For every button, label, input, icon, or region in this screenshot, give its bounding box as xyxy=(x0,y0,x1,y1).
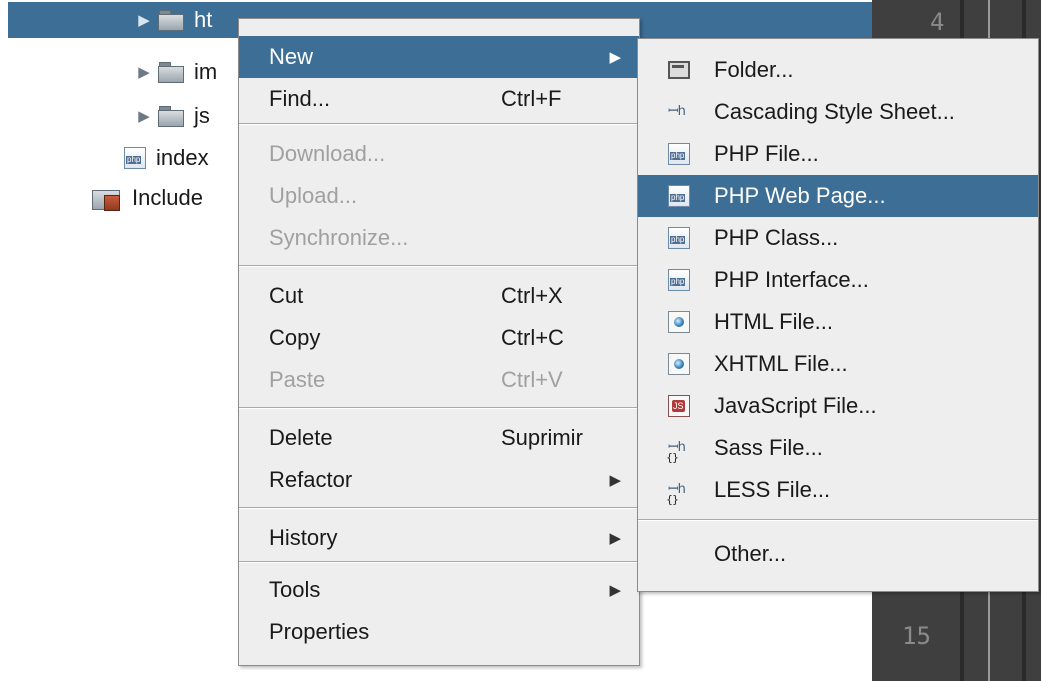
php-file-icon xyxy=(124,147,146,169)
menu-item-shortcut: Ctrl+V xyxy=(501,367,563,392)
menu-item-label: Tools xyxy=(269,577,321,602)
tree-item-folder-im[interactable]: ▶ im xyxy=(130,54,217,90)
expand-arrow-icon[interactable]: ▶ xyxy=(130,63,158,81)
submenu-item-xhtml-file[interactable]: XHTML File... xyxy=(638,343,1038,385)
menu-item-download: Download... xyxy=(239,133,639,175)
html-file-icon xyxy=(668,311,690,333)
menu-item-label: Properties xyxy=(269,619,370,644)
menu-item-copy[interactable]: Copy Ctrl+C xyxy=(239,317,639,359)
menu-item-cut[interactable]: Cut Ctrl+X xyxy=(239,275,639,317)
menu-item-label: PHP Class... xyxy=(714,225,839,250)
javascript-file-icon xyxy=(668,395,690,417)
tree-item-label: index xyxy=(156,145,209,170)
menu-item-label: Copy xyxy=(269,325,321,350)
menu-separator xyxy=(239,123,639,125)
menu-item-shortcut: Ctrl+X xyxy=(501,283,563,308)
menu-item-shortcut: Ctrl+C xyxy=(501,325,564,350)
menu-separator xyxy=(239,407,639,409)
menu-item-delete[interactable]: Delete Suprimir xyxy=(239,417,639,459)
submenu-item-javascript-file[interactable]: JavaScript File... xyxy=(638,385,1038,427)
tree-item-folder-ht[interactable]: ▶ ht xyxy=(130,2,212,38)
menu-separator xyxy=(638,519,1038,521)
include-path-icon xyxy=(92,186,122,211)
menu-item-label: Cut xyxy=(269,283,304,308)
css-icon: ꟷh xyxy=(668,104,686,119)
submenu-arrow-icon: ▶ xyxy=(609,472,621,489)
tree-item-folder-js[interactable]: ▶ js xyxy=(130,98,210,134)
menu-item-label: Download... xyxy=(269,141,386,166)
new-submenu: Folder... ꟷh Cascading Style Sheet... PH… xyxy=(637,38,1039,592)
menu-item-label: Sass File... xyxy=(714,435,823,460)
menu-item-label: Delete xyxy=(269,425,333,450)
line-number: 15 xyxy=(902,622,931,650)
menu-item-synchronize: Synchronize... xyxy=(239,217,639,259)
expand-arrow-icon[interactable]: ▶ xyxy=(130,11,158,29)
php-file-icon xyxy=(668,185,690,207)
tree-item-file-index[interactable]: index xyxy=(124,140,209,176)
menu-item-label: PHP File... xyxy=(714,141,819,166)
tree-item-label: im xyxy=(194,59,218,84)
menu-item-label: Paste xyxy=(269,367,326,392)
menu-item-history[interactable]: History ▶ xyxy=(239,517,639,559)
menu-separator xyxy=(239,561,639,563)
context-menu: New ▶ Find... Ctrl+F Download... Upload.… xyxy=(238,18,640,666)
php-file-icon xyxy=(668,143,690,165)
html-file-icon xyxy=(668,353,690,375)
menu-separator xyxy=(239,507,639,509)
folder-icon xyxy=(158,106,184,127)
menu-item-properties[interactable]: Properties xyxy=(239,611,639,653)
menu-item-label: New xyxy=(269,44,314,69)
menu-item-label: LESS File... xyxy=(714,477,831,502)
menu-item-label: Folder... xyxy=(714,57,794,82)
tree-item-label: js xyxy=(194,103,210,128)
submenu-item-sass-file[interactable]: ꟷh Sass File... xyxy=(638,427,1038,469)
menu-item-label: PHP Web Page... xyxy=(714,183,886,208)
menu-item-paste: Paste Ctrl+V xyxy=(239,359,639,401)
less-file-icon: ꟷh xyxy=(666,479,690,511)
menu-item-shortcut: Suprimir xyxy=(501,425,583,450)
submenu-item-less-file[interactable]: ꟷh LESS File... xyxy=(638,469,1038,511)
folder-icon xyxy=(158,62,184,83)
php-file-icon xyxy=(668,269,690,291)
tree-item-include-path[interactable]: Include xyxy=(92,180,203,216)
sass-file-icon: ꟷh xyxy=(666,437,690,469)
submenu-arrow-icon: ▶ xyxy=(609,530,621,547)
tree-item-label: ht xyxy=(194,7,213,32)
line-number: 4 xyxy=(930,8,945,36)
submenu-item-php-class[interactable]: PHP Class... xyxy=(638,217,1038,259)
submenu-item-css[interactable]: ꟷh Cascading Style Sheet... xyxy=(638,91,1038,133)
submenu-item-php-web-page[interactable]: PHP Web Page... xyxy=(638,175,1038,217)
menu-item-label: XHTML File... xyxy=(714,351,848,376)
submenu-arrow-icon: ▶ xyxy=(609,582,621,599)
menu-item-label: History xyxy=(269,525,338,550)
submenu-item-php-interface[interactable]: PHP Interface... xyxy=(638,259,1038,301)
submenu-item-folder[interactable]: Folder... xyxy=(638,49,1038,91)
menu-item-label: PHP Interface... xyxy=(714,267,869,292)
menu-item-new[interactable]: New ▶ xyxy=(239,36,639,78)
folder-icon xyxy=(668,61,690,79)
menu-item-upload: Upload... xyxy=(239,175,639,217)
php-file-icon xyxy=(668,227,690,249)
submenu-arrow-icon: ▶ xyxy=(609,49,621,66)
folder-icon xyxy=(158,10,184,31)
tree-item-label: Include xyxy=(132,185,203,210)
menu-item-label: Upload... xyxy=(269,183,358,208)
submenu-item-html-file[interactable]: HTML File... xyxy=(638,301,1038,343)
menu-item-label: Other... xyxy=(714,541,787,566)
menu-item-label: Cascading Style Sheet... xyxy=(714,99,955,124)
menu-item-label: Refactor xyxy=(269,467,353,492)
menu-item-tools[interactable]: Tools ▶ xyxy=(239,569,639,611)
menu-item-find[interactable]: Find... Ctrl+F xyxy=(239,78,639,120)
menu-separator xyxy=(239,265,639,267)
menu-item-shortcut: Ctrl+F xyxy=(501,86,562,111)
menu-item-label: HTML File... xyxy=(714,309,833,334)
menu-item-label: Synchronize... xyxy=(269,225,409,250)
menu-item-label: JavaScript File... xyxy=(714,393,877,418)
expand-arrow-icon[interactable]: ▶ xyxy=(130,107,158,125)
submenu-item-php-file[interactable]: PHP File... xyxy=(638,133,1038,175)
menu-item-refactor[interactable]: Refactor ▶ xyxy=(239,459,639,501)
submenu-item-other[interactable]: Other... xyxy=(638,533,1038,575)
menu-item-label: Find... xyxy=(269,86,331,111)
